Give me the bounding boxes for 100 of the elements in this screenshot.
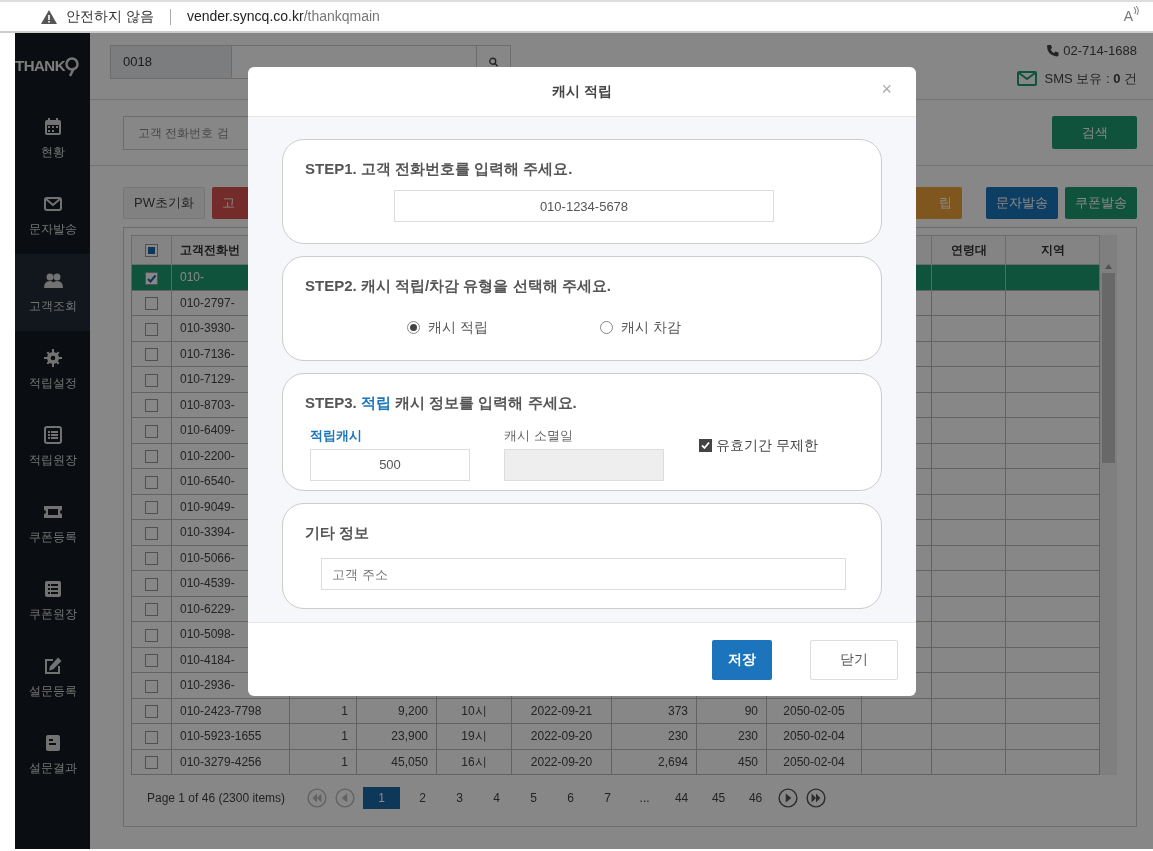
sidebar-item[interactable]: 설문결과 [15, 716, 90, 793]
checkbox[interactable] [145, 730, 158, 744]
checkbox[interactable] [145, 244, 158, 258]
field-label: 적립캐시 [310, 427, 363, 445]
calendar-icon [42, 116, 63, 136]
warning-icon [40, 8, 58, 25]
table-cell: 1 [289, 749, 357, 775]
save-button[interactable]: 저장 [712, 639, 772, 680]
table-cell: 1 [289, 698, 357, 724]
page-button[interactable]: 6 [552, 787, 590, 809]
gear-icon [42, 347, 63, 367]
checkbox[interactable] [145, 399, 158, 413]
table-cell: 90 [696, 698, 767, 724]
envelope-icon [1016, 70, 1037, 86]
url-text[interactable]: vender.syncq.co.kr/thankqmain [186, 6, 380, 27]
sidebar-item[interactable]: 고객조회 [15, 254, 90, 331]
action-button[interactable]: PW초기화 [123, 187, 205, 219]
radio-option[interactable]: 캐시 차감 [599, 317, 681, 338]
table-cell: 373 [611, 698, 697, 724]
page-button[interactable]: 44 [663, 787, 701, 809]
scrollbar[interactable] [1100, 235, 1117, 775]
checkbox[interactable] [145, 424, 158, 438]
table-cell: 450 [696, 749, 767, 775]
page-button[interactable]: 46 [737, 787, 775, 809]
table-cell: 16시 [436, 749, 512, 775]
store-code-field[interactable]: 0018 [110, 45, 232, 79]
checkbox[interactable] [145, 603, 158, 617]
table-row[interactable]: 010-2423-7798 1 9,200 10시 2022-09-21 373 90 2050-02-05 [131, 698, 1100, 724]
field-label: 캐시 소멸일 [504, 427, 574, 445]
checkbox[interactable] [145, 322, 158, 336]
table-row[interactable]: 010-3279-4256 1 45,050 16시 2022-09-20 2,694 450 2050-02-04 [131, 749, 1100, 775]
sidebar-item[interactable]: 적립원장 [15, 408, 90, 485]
page-button[interactable]: 2 [404, 787, 442, 809]
close-button[interactable]: × [875, 79, 898, 99]
page-button[interactable]: 4 [478, 787, 516, 809]
checkbox[interactable] [145, 628, 158, 642]
table-cell: 2050-02-04 [766, 749, 862, 775]
action-button[interactable]: 쿠폰발송 [1065, 187, 1137, 219]
page-button[interactable]: 5 [515, 787, 553, 809]
checkbox[interactable] [145, 450, 158, 464]
next-page-icon [778, 788, 799, 808]
table-cell: 230 [696, 723, 767, 749]
sidebar-item[interactable]: 설문등록 [15, 639, 90, 716]
check-icon [146, 272, 157, 284]
step-title: STEP1. 고객 전화번호를 입력해 주세요. [305, 160, 574, 178]
security-status: 안전하지 않음 [66, 7, 154, 26]
phone-number: 02-714-1688 [1063, 42, 1137, 60]
checkbox[interactable] [145, 373, 158, 387]
table-row[interactable]: 010-5923-1655 1 23,900 19시 2022-09-20 230 230 2050-02-04 [131, 723, 1100, 749]
page-button[interactable]: 7 [589, 787, 627, 809]
map-pin-icon [65, 56, 79, 77]
checkbox[interactable] [145, 679, 158, 693]
amount-input[interactable]: 500 [310, 448, 470, 481]
phone-input[interactable]: 010-1234-5678 [394, 190, 774, 222]
radio-option[interactable]: 캐시 적립 [407, 317, 488, 338]
table-cell: 10시 [436, 698, 512, 724]
check-icon [701, 441, 710, 450]
prev-page-icon [335, 788, 356, 808]
checkbox[interactable] [145, 348, 158, 362]
logo-text: THANK [15, 56, 65, 77]
pagination-summary: Page 1 of 46 (2300 items) [147, 790, 286, 807]
close-button[interactable]: 닫기 [810, 639, 898, 680]
checkbox[interactable] [145, 297, 158, 311]
sidebar-item[interactable]: 쿠폰등록 [15, 485, 90, 562]
table-cell: 2,694 [611, 749, 697, 775]
table-cell: 9,200 [356, 698, 437, 724]
sidebar-item[interactable]: 현황 [15, 100, 90, 177]
checkbox[interactable] [145, 705, 158, 719]
checkbox[interactable] [145, 271, 158, 285]
column-header: 지역 [1005, 235, 1100, 265]
table-cell: 19시 [436, 723, 512, 749]
checkbox[interactable] [145, 475, 158, 489]
sms-balance: SMS 보유 : 0 건 [1044, 69, 1137, 88]
table-cell: 2022-09-20 [511, 723, 612, 749]
section-title: 기타 정보 [305, 524, 371, 542]
action-button[interactable]: 문자발송 [986, 187, 1058, 219]
checkbox[interactable] [145, 654, 158, 668]
checkbox[interactable] [145, 526, 158, 540]
checkbox[interactable] [145, 577, 158, 591]
table-cell: 23,900 [356, 723, 437, 749]
search-button[interactable]: 검색 [1052, 116, 1137, 149]
page-button[interactable]: 45 [700, 787, 738, 809]
sidebar-item[interactable]: 문자발송 [15, 177, 90, 254]
table-cell: 1 [289, 723, 357, 749]
read-aloud-button[interactable]: A [1123, 6, 1139, 27]
checkbox[interactable] [145, 552, 158, 566]
address-input[interactable]: 고객 주소 [321, 558, 846, 590]
first-page-icon [307, 788, 328, 808]
scroll-up-icon [1105, 264, 1112, 269]
page-button[interactable]: 1 [363, 787, 401, 809]
sidebar-item[interactable]: 쿠폰원장 [15, 562, 90, 639]
phone-icon [1046, 44, 1060, 58]
table-cell: 2050-02-05 [766, 698, 862, 724]
checkbox[interactable] [145, 501, 158, 515]
unlimited-checkbox[interactable]: 유효기간 무제한 [699, 435, 818, 456]
page-button[interactable]: ... [626, 787, 664, 809]
table-cell: 010-5923-1655 [171, 723, 290, 749]
checkbox[interactable] [145, 756, 158, 770]
page-button[interactable]: 3 [441, 787, 479, 809]
sidebar-item[interactable]: 적립설정 [15, 331, 90, 408]
